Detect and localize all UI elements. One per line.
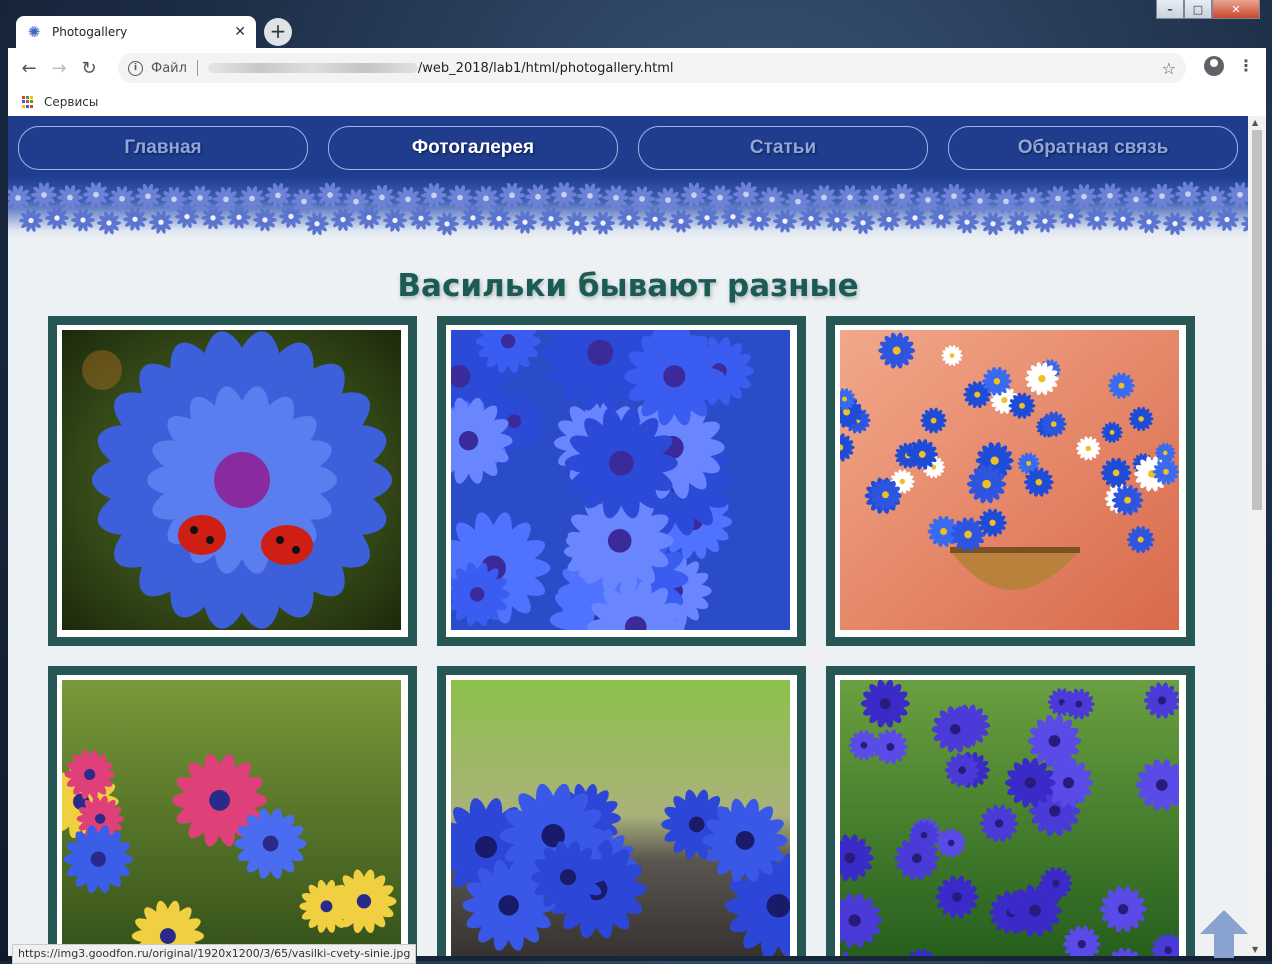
reload-icon[interactable]: ↻ — [74, 58, 104, 79]
nav-home[interactable]: Главная — [18, 126, 308, 170]
scroll-to-top-icon[interactable] — [1198, 908, 1250, 960]
photo-card[interactable] — [437, 316, 806, 646]
nav-articles[interactable]: Статьи — [638, 126, 928, 170]
apps-label[interactable]: Сервисы — [44, 95, 98, 109]
blurred-path — [208, 63, 418, 73]
toolbar-right: ⋮ — [1204, 56, 1254, 76]
back-icon[interactable]: ← — [14, 58, 44, 79]
page-title: Васильки бывают разные — [8, 268, 1248, 304]
tab-photogallery[interactable]: ✺ Photogallery ✕ — [16, 16, 256, 48]
photo-card[interactable] — [48, 666, 417, 956]
new-tab-button[interactable]: + — [264, 18, 292, 46]
bookmarks-bar: Сервисы — [8, 88, 1266, 117]
photo-grid — [48, 316, 1248, 956]
scroll-down-icon[interactable]: ▼ — [1252, 945, 1258, 954]
forward-icon[interactable]: → — [44, 58, 74, 79]
tab-title: Photogallery — [52, 25, 234, 39]
site-nav: Главная Фотогалерея Статьи Обратная связ… — [8, 116, 1248, 176]
scroll-up-icon[interactable]: ▲ — [1252, 118, 1258, 127]
apps-grid-icon[interactable] — [22, 96, 34, 108]
banner-flowers — [8, 176, 1248, 240]
cornflower-banner — [8, 176, 1248, 240]
omnibox-separator — [197, 60, 198, 76]
page-viewport: Главная Фотогалерея Статьи Обратная связ… — [8, 116, 1248, 956]
photo-on-wood[interactable] — [451, 680, 790, 956]
url-text[interactable]: /web_2018/lab1/html/photogallery.html — [418, 61, 674, 76]
browser-toolbar: ← → ↻ i Файл /web_2018/lab1/html/photoga… — [8, 48, 1266, 88]
photo-field[interactable] — [840, 680, 1179, 956]
bookmark-star-icon[interactable]: ☆ — [1162, 59, 1176, 78]
scroll-thumb[interactable] — [1252, 130, 1262, 510]
vertical-scrollbar[interactable]: ▲ ▼ — [1248, 116, 1266, 956]
nav-gallery[interactable]: Фотогалерея — [328, 126, 618, 170]
browser-window: ✺ Photogallery ✕ + ← → ↻ i Файл /web_201… — [8, 12, 1266, 956]
address-bar[interactable]: i Файл /web_2018/lab1/html/photogallery.… — [118, 53, 1186, 83]
photo-card[interactable] — [437, 666, 806, 956]
menu-icon[interactable]: ⋮ — [1238, 56, 1254, 76]
tab-strip: ✺ Photogallery ✕ + — [8, 12, 1266, 48]
photo-card[interactable] — [826, 316, 1195, 646]
photo-card[interactable] — [48, 316, 417, 646]
nav-feedback[interactable]: Обратная связь — [948, 126, 1238, 170]
photo-painted-basket[interactable] — [840, 330, 1179, 630]
photo-ladybug-cornflower[interactable] — [62, 330, 401, 630]
close-tab-icon[interactable]: ✕ — [234, 24, 246, 40]
cornflower-icon: ✺ — [26, 24, 42, 40]
scheme-label: Файл — [151, 61, 187, 76]
photo-meadow[interactable] — [62, 680, 401, 956]
photo-card[interactable] — [826, 666, 1195, 956]
account-icon[interactable] — [1204, 56, 1224, 76]
status-bar-url: https://img3.goodfon.ru/original/1920x12… — [12, 944, 416, 964]
photo-blue-cornflowers[interactable] — [451, 330, 790, 630]
info-icon[interactable]: i — [128, 61, 143, 76]
